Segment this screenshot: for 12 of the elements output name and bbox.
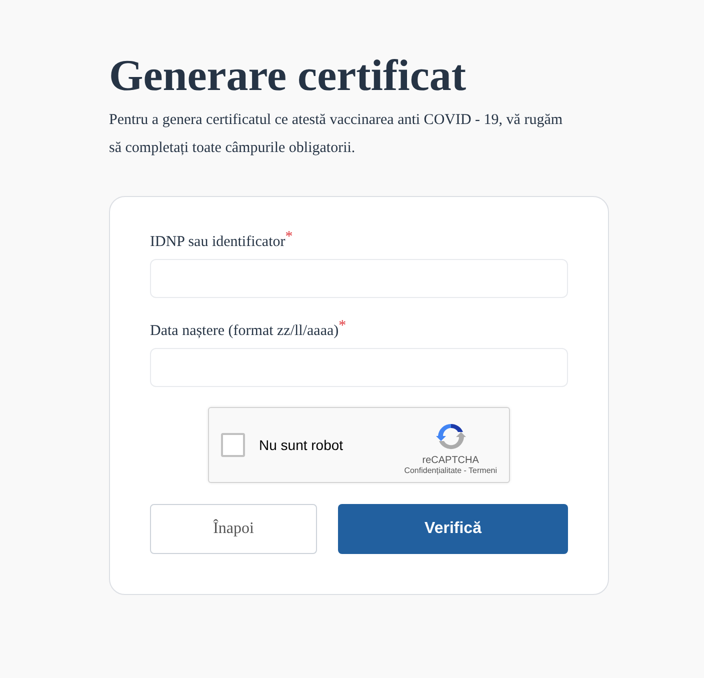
required-mark: * [338,320,346,332]
captcha-checkbox[interactable] [221,433,245,457]
field-label: IDNP sau identificator [150,233,286,252]
field-label: Data naștere (format zz/ll/aaaa) [150,322,339,341]
required-mark: * [285,231,293,243]
captcha-brand: reCAPTCHA [422,455,479,466]
page-title: Generare certificat [109,50,468,102]
captcha-links[interactable]: Confidențialitate - Termeni [404,466,497,475]
intro-text: Pentru a genera certificatul ce atestă vaccinarea anti COVID - 19, vă rugăm să completați toate câmpurile obligatorii. [109,111,564,158]
captcha-label: Nu sunt robot [259,437,344,453]
verify-button[interactable]: Verifică [338,504,568,554]
back-button[interactable]: Înapoi [150,504,317,554]
